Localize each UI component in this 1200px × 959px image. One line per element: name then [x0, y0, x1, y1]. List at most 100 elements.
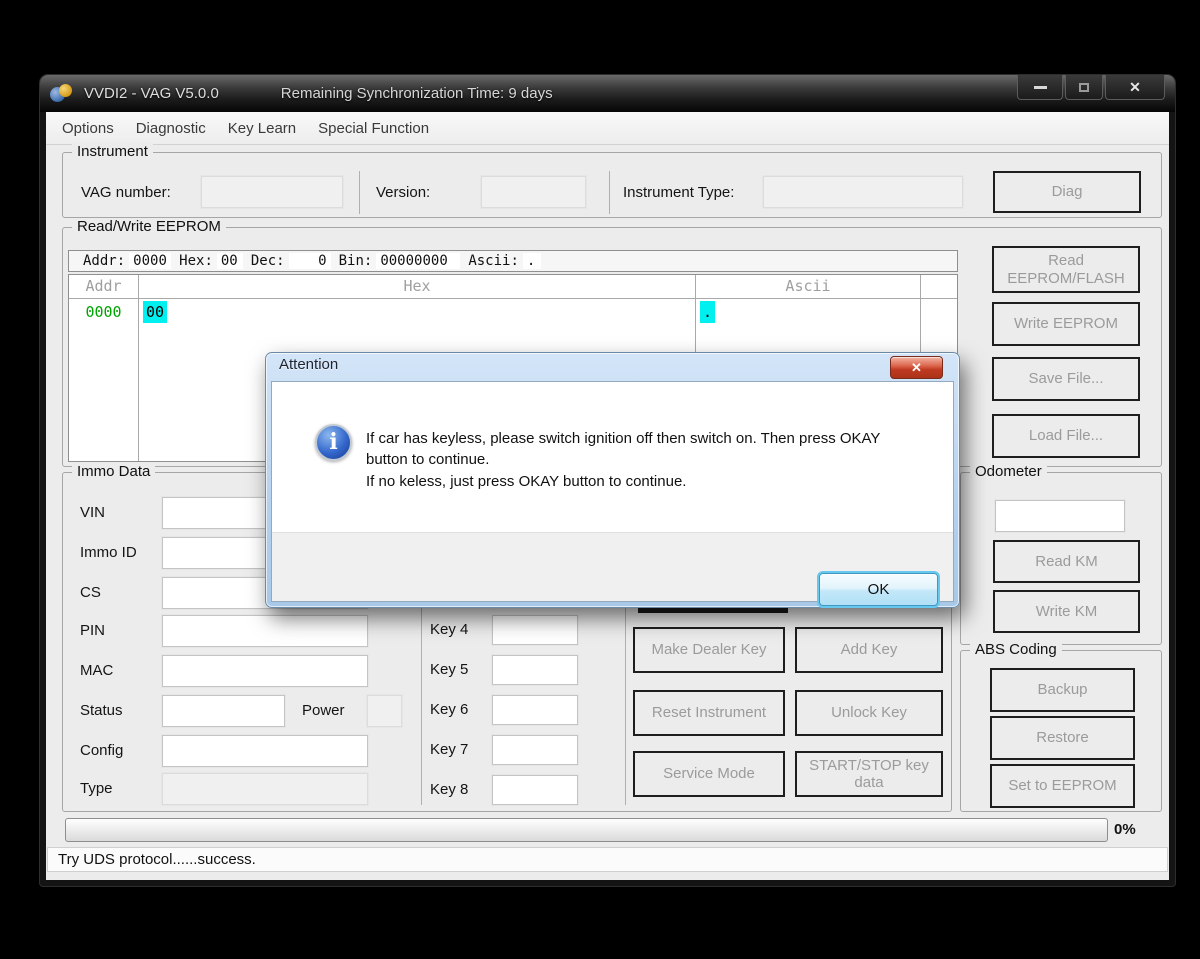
type-field[interactable]	[162, 773, 368, 805]
menu-options[interactable]: Options	[46, 120, 125, 137]
read-km-button[interactable]: Read KM	[993, 540, 1140, 583]
config-field[interactable]	[162, 735, 368, 767]
load-file-button[interactable]: Load File...	[992, 414, 1140, 458]
add-key-button[interactable]: Add Key	[795, 627, 943, 673]
eeprom-info-bar: Addr: 0000 Hex: 00 Dec: 0 Bin: 00000000 …	[68, 250, 958, 272]
immo-data-legend: Immo Data	[72, 463, 156, 480]
key5-label: Key 5	[430, 661, 469, 678]
vag-number-field[interactable]	[201, 176, 343, 208]
odometer-field[interactable]	[995, 500, 1125, 532]
dialog-message: If car has keyless, please switch igniti…	[366, 428, 918, 492]
type-label: Type	[80, 780, 113, 797]
dialog-close-button[interactable]: ✕	[890, 356, 943, 379]
restore-button[interactable]: Restore	[990, 716, 1135, 760]
addr-label: Addr:	[83, 253, 126, 269]
progress-bar	[65, 818, 1108, 842]
progress-percent: 0%	[1114, 821, 1136, 838]
read-eeprom-flash-button[interactable]: Read EEPROM/FLASH	[992, 246, 1140, 293]
status-bar: Try UDS protocol......success.	[47, 847, 1168, 872]
dec-value: 0	[288, 253, 331, 269]
key4-field[interactable]	[492, 615, 578, 645]
key7-field[interactable]	[492, 735, 578, 765]
partially-hidden-button[interactable]	[638, 608, 788, 613]
make-dealer-key-button[interactable]: Make Dealer Key	[633, 627, 785, 673]
row-hex-cell[interactable]: 00	[139, 299, 696, 325]
selected-hex-byte[interactable]: 00	[143, 301, 168, 323]
instrument-group: Instrument VAG number: Version: Instrume…	[62, 143, 1162, 218]
backup-button[interactable]: Backup	[990, 668, 1135, 712]
reset-instrument-button[interactable]: Reset Instrument	[633, 690, 785, 736]
ok-button[interactable]: OK	[819, 573, 938, 606]
instrument-legend: Instrument	[72, 143, 153, 160]
hex-label: Hex:	[179, 253, 213, 269]
mac-label: MAC	[80, 662, 114, 679]
row-ascii-cell[interactable]: .	[696, 299, 921, 325]
column-header-addr: Addr	[69, 275, 139, 299]
title-bar: VVDI2 - VAG V5.0.0 Remaining Synchroniza…	[40, 75, 1175, 112]
menu-special-function[interactable]: Special Function	[307, 120, 440, 137]
power-label: Power	[302, 702, 345, 719]
status-label: Status	[80, 702, 123, 719]
key8-field[interactable]	[492, 775, 578, 805]
key6-field[interactable]	[492, 695, 578, 725]
config-label: Config	[80, 742, 124, 759]
menu-diagnostic[interactable]: Diagnostic	[125, 120, 217, 137]
diag-button[interactable]: Diag	[993, 171, 1141, 213]
key5-field[interactable]	[492, 655, 578, 685]
immo-id-label: Immo ID	[80, 544, 137, 561]
dialog-title: Attention	[279, 356, 339, 373]
instrument-type-field[interactable]	[763, 176, 963, 208]
key4-label: Key 4	[430, 621, 469, 638]
attention-dialog: Attention ✕ i If car has keyless, please…	[265, 352, 960, 608]
column-header-hex: Hex	[139, 275, 696, 299]
app-logo-icon	[50, 83, 74, 104]
ascii-label: Ascii:	[468, 253, 519, 269]
column-header-ascii: Ascii	[696, 275, 921, 299]
abs-coding-legend: ABS Coding	[970, 641, 1062, 658]
bin-value: 00000000	[376, 253, 461, 269]
dialog-message-line2: If no keless, just press OKAY button to …	[366, 473, 687, 490]
service-mode-button[interactable]: Service Mode	[633, 751, 785, 797]
cs-label: CS	[80, 584, 101, 601]
version-field[interactable]	[481, 176, 586, 208]
maximize-icon	[1079, 82, 1089, 92]
column-header-blank	[921, 275, 957, 299]
close-icon: ✕	[1129, 78, 1141, 95]
pin-label: PIN	[80, 622, 106, 639]
row-blank-cell	[921, 299, 957, 325]
selected-ascii-char[interactable]: .	[700, 301, 716, 323]
eeprom-legend: Read/Write EEPROM	[72, 218, 226, 235]
instrument-type-label: Instrument Type:	[623, 184, 735, 201]
window-controls: ✕	[1015, 75, 1165, 100]
unlock-key-button[interactable]: Unlock Key	[795, 690, 943, 736]
row-addr-cell: 0000	[69, 299, 139, 325]
vag-number-label: VAG number:	[81, 184, 171, 201]
dialog-body: i If car has keyless, please switch igni…	[271, 381, 954, 606]
pin-field[interactable]	[162, 615, 368, 647]
minimize-icon	[1033, 85, 1047, 89]
start-stop-key-data-button[interactable]: START/STOP key data	[795, 751, 943, 797]
hex-value: 00	[216, 253, 243, 269]
window-title: VVDI2 - VAG V5.0.0	[84, 85, 219, 102]
menu-key-learn[interactable]: Key Learn	[217, 120, 307, 137]
maximize-button[interactable]	[1065, 75, 1103, 100]
key7-label: Key 7	[430, 741, 469, 758]
dialog-message-line1: If car has keyless, please switch igniti…	[366, 430, 881, 468]
ascii-value: .	[522, 253, 541, 269]
status-field[interactable]	[162, 695, 285, 727]
minimize-button[interactable]	[1017, 75, 1063, 100]
close-button[interactable]: ✕	[1105, 75, 1165, 100]
key6-label: Key 6	[430, 701, 469, 718]
addr-value: 0000	[129, 253, 172, 269]
info-icon: i	[315, 424, 352, 461]
save-file-button[interactable]: Save File...	[992, 357, 1140, 401]
divider	[359, 171, 360, 214]
write-eeprom-button[interactable]: Write EEPROM	[992, 302, 1140, 346]
odometer-legend: Odometer	[970, 463, 1047, 480]
mac-field[interactable]	[162, 655, 368, 687]
dec-label: Dec:	[250, 253, 285, 269]
close-icon: ✕	[911, 359, 922, 375]
sync-time-text: Remaining Synchronization Time: 9 days	[280, 85, 553, 102]
set-to-eeprom-button[interactable]: Set to EEPROM	[990, 764, 1135, 808]
write-km-button[interactable]: Write KM	[993, 590, 1140, 633]
